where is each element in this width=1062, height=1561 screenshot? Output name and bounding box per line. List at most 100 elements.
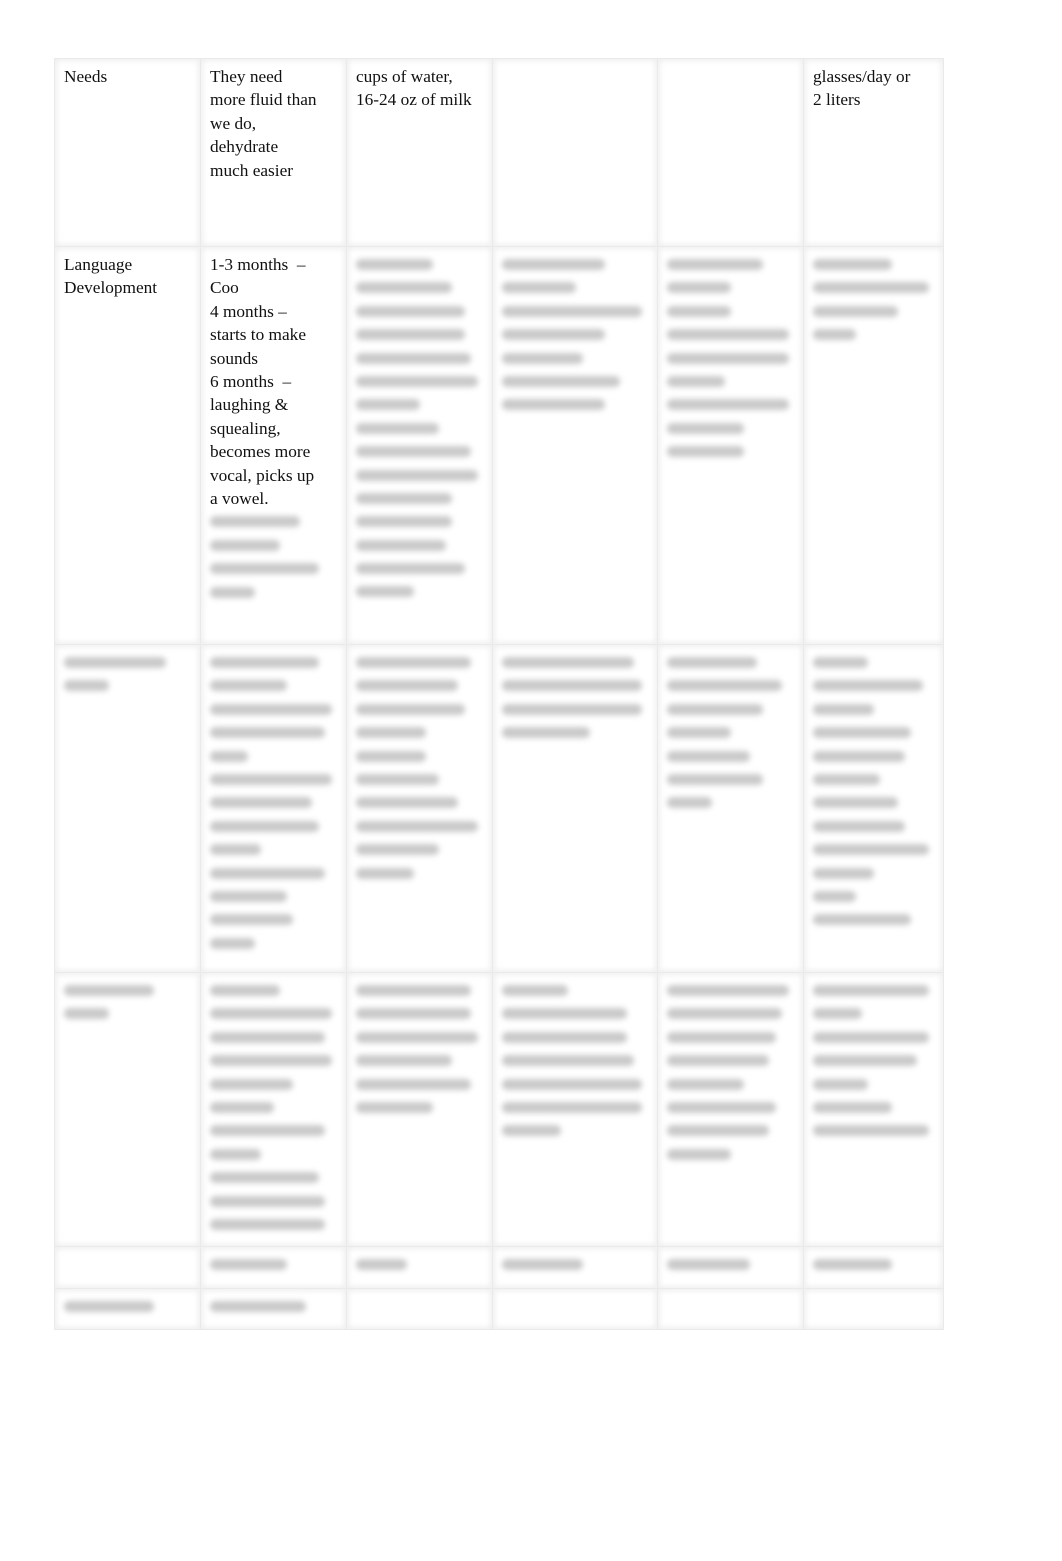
- blurred-text: [356, 375, 478, 387]
- blurred-text: [813, 259, 893, 270]
- blurred-text: [210, 1078, 294, 1090]
- row-label-blurred: [54, 644, 201, 973]
- blurred-text: [502, 657, 635, 668]
- blurred-text: [356, 750, 427, 762]
- blurred-text: [210, 539, 281, 551]
- blurred-cell: [657, 644, 804, 973]
- blurred-text: [210, 1195, 326, 1207]
- blurred-text: [356, 820, 478, 832]
- blurred-text: [210, 1055, 332, 1067]
- blurred-text: [813, 1055, 917, 1067]
- blurred-text: [502, 352, 583, 364]
- blurred-text: [667, 259, 763, 270]
- blurred-text: [210, 1031, 326, 1043]
- blurred-text: [502, 1055, 635, 1067]
- blurred-text: [667, 1125, 770, 1137]
- blurred-text: [356, 867, 414, 879]
- table-row-blurred-1: [54, 644, 944, 973]
- blurred-text: [64, 985, 154, 996]
- blurred-text: [813, 305, 899, 317]
- blurred-text: [210, 844, 262, 856]
- blurred-text: [356, 985, 472, 996]
- blurred-text: [210, 680, 287, 692]
- blurred-text: [813, 1008, 862, 1020]
- blurred-text: [64, 657, 167, 668]
- blurred-text: [356, 1101, 433, 1113]
- blurred-text: [667, 422, 744, 434]
- blurred-text: [667, 1078, 744, 1090]
- blurred-text: [667, 329, 789, 341]
- blurred-text: [813, 890, 856, 902]
- blurred-text: [356, 1055, 452, 1067]
- blurred-text: [356, 422, 440, 434]
- blurred-text: [667, 446, 744, 458]
- blurred-text: [356, 259, 433, 270]
- blurred-text: [667, 305, 731, 317]
- blurred-text: [356, 1008, 472, 1020]
- blurred-text: [356, 657, 472, 668]
- blurred-text: [667, 797, 712, 809]
- blurred-text: [356, 844, 440, 856]
- blurred-text: [667, 773, 763, 785]
- blurred-text: [210, 1259, 287, 1271]
- needs-schoolage-cell: [657, 58, 804, 247]
- blurred-text: [64, 1008, 109, 1020]
- blurred-text: [356, 1078, 472, 1090]
- blurred-text: [813, 1125, 929, 1137]
- blurred-text: [356, 797, 459, 809]
- blurred-text: [502, 399, 605, 411]
- blurred-text: [64, 680, 109, 692]
- blurred-text: [502, 727, 591, 739]
- row-label-language: Language Development: [54, 246, 201, 645]
- blurred-text: [813, 914, 911, 926]
- blurred-text: [210, 563, 319, 575]
- blurred-text: [210, 727, 326, 739]
- blurred-text: [667, 1101, 776, 1113]
- blurred-text: [502, 282, 576, 294]
- blurred-text: [356, 586, 414, 598]
- blurred-text: [210, 1301, 306, 1313]
- blurred-text: [502, 680, 642, 692]
- blurred-text: [210, 1218, 326, 1230]
- blurred-text: [64, 1301, 154, 1313]
- blurred-text: [502, 1008, 627, 1020]
- blurred-text: [502, 1101, 642, 1113]
- blurred-text: [356, 399, 420, 411]
- blurred-cell: [492, 1288, 658, 1330]
- blurred-cell: [200, 1288, 347, 1330]
- blurred-text: [667, 1008, 783, 1020]
- blurred-text: [813, 1031, 929, 1043]
- language-schoolage-cell: [657, 246, 804, 645]
- blurred-text: [813, 750, 905, 762]
- blurred-cell: [200, 644, 347, 973]
- blurred-text: [813, 727, 911, 739]
- blurred-text: [502, 1031, 627, 1043]
- table-row-language: Language Development 1-3 months – Coo 4 …: [54, 246, 944, 645]
- blurred-cell: [346, 644, 493, 973]
- blurred-text: [210, 750, 249, 762]
- blurred-text: [502, 329, 605, 341]
- blurred-text: [356, 1259, 408, 1271]
- blurred-text: [356, 282, 452, 294]
- blurred-text: [210, 586, 255, 598]
- blurred-text: [356, 469, 478, 481]
- blurred-text: [667, 375, 725, 387]
- language-infant-cell: 1-3 months – Coo 4 months – starts to ma…: [200, 246, 347, 645]
- needs-toddler-cell: cups of water, 16-24 oz of milk: [346, 58, 493, 247]
- blurred-cell: [657, 1246, 804, 1290]
- blurred-text: [813, 820, 905, 832]
- blurred-cell: [54, 1246, 201, 1290]
- needs-infant-cell: They need more fluid than we do, dehydra…: [200, 58, 347, 247]
- needs-preschool-cell: [492, 58, 658, 247]
- blurred-text: [356, 539, 446, 551]
- table-row-blurred-4: [54, 1288, 944, 1330]
- blurred-text: [813, 680, 923, 692]
- blurred-text: [813, 282, 929, 294]
- blurred-text: [813, 867, 874, 879]
- blurred-text: [667, 750, 751, 762]
- blurred-text: [210, 937, 255, 949]
- blurred-text: [356, 446, 472, 458]
- table-row-blurred-3: [54, 1246, 944, 1290]
- blurred-text: [813, 329, 856, 341]
- blurred-cell: [803, 971, 944, 1248]
